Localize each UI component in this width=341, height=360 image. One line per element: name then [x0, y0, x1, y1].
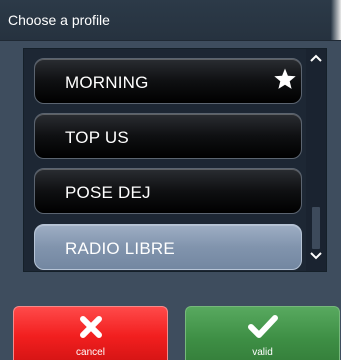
profile-label: RADIO LIBRE [65, 239, 175, 258]
title-bar-edge [331, 0, 341, 40]
profile-item-morning[interactable]: MORNING [34, 58, 302, 104]
valid-button[interactable]: valid [185, 306, 340, 360]
list-scrollbar[interactable] [306, 49, 326, 271]
cancel-label: cancel [76, 347, 105, 358]
title-bar: Choose a profile [0, 0, 341, 41]
scrollbar-thumb[interactable] [312, 207, 320, 249]
profile-label: TOP US [65, 128, 129, 147]
cancel-button[interactable]: cancel [13, 306, 168, 360]
profile-list[interactable]: MORNING TOP US POSE DEJ RADIO LIBRE [23, 48, 327, 272]
chevron-down-icon[interactable] [306, 247, 326, 269]
profile-item-top-us[interactable]: TOP US [34, 113, 302, 159]
profile-item-radio-libre[interactable]: RADIO LIBRE [34, 224, 302, 270]
star-icon[interactable] [273, 67, 297, 91]
profile-label: MORNING [65, 73, 149, 92]
profile-label: POSE DEJ [65, 183, 151, 202]
profile-item-pose-dej[interactable]: POSE DEJ [34, 168, 302, 214]
close-icon [77, 313, 105, 346]
dialog-title: Choose a profile [8, 12, 110, 28]
chevron-up-icon[interactable] [306, 49, 326, 71]
checkmark-icon [247, 313, 279, 346]
valid-label: valid [252, 347, 273, 358]
